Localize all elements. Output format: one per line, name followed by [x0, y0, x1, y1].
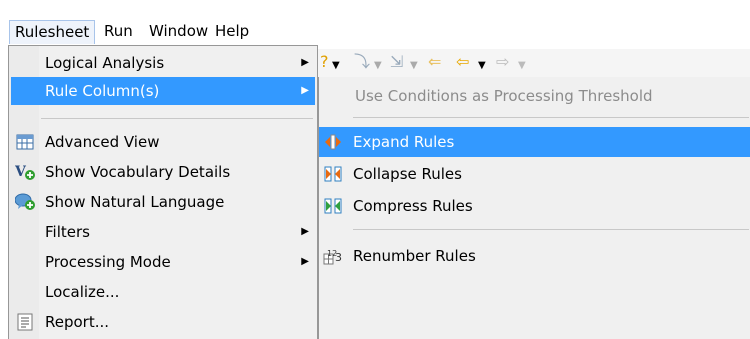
arrow-left-icon[interactable]: ⇦ [456, 53, 469, 71]
table-view-icon [15, 133, 35, 151]
collapse-rules-icon [323, 165, 343, 183]
submenu-arrow-icon: ▶ [301, 256, 309, 267]
menu-item-label: Localize... [45, 283, 120, 301]
menu-bar: Rulesheet Run Window Help [0, 0, 750, 49]
menu-item-label: Show Natural Language [45, 193, 225, 211]
step-icon[interactable]: ⇲ [390, 53, 403, 71]
submenu-item-renumber-rules[interactable]: 12 3 Renumber Rules [319, 241, 750, 271]
menu-item-advanced-view[interactable]: Advanced View [11, 128, 315, 156]
submenu-item-collapse-rules[interactable]: Collapse Rules [319, 159, 750, 189]
arrow-right-icon[interactable]: ⇨ [496, 53, 509, 71]
step-down-icon[interactable]: ⤵ [354, 53, 370, 71]
renumber-rules-icon: 12 3 [323, 247, 343, 265]
submenu-item-label: Use Conditions as Processing Threshold [355, 87, 653, 105]
menu-separator [353, 117, 749, 118]
dropdown-icon[interactable]: ▼ [478, 57, 486, 75]
compress-rules-icon [323, 197, 343, 215]
menu-item-label: Logical Analysis [45, 54, 165, 72]
menu-item-label: Rule Column(s) [45, 82, 160, 100]
dropdown-icon[interactable]: ▼ [518, 57, 526, 75]
menu-item-processing-mode[interactable]: Processing Mode ▶ [11, 248, 315, 276]
menu-run[interactable]: Run [99, 20, 138, 44]
report-icon [15, 313, 35, 331]
submenu-item-label: Renumber Rules [353, 247, 476, 265]
vocabulary-add-icon: V [15, 163, 35, 181]
menu-item-label: Filters [45, 223, 90, 241]
dropdown-icon[interactable]: ▼ [332, 57, 340, 75]
menu-window[interactable]: Window [144, 20, 213, 44]
help-icon[interactable]: ? [320, 53, 329, 71]
toolbar [318, 49, 750, 77]
submenu-arrow-icon: ▶ [301, 57, 309, 68]
submenu-item-use-conditions: Use Conditions as Processing Threshold [319, 81, 750, 111]
back-icon[interactable]: ⇐ [428, 53, 441, 71]
menu-item-show-vocabulary-details[interactable]: V Show Vocabulary Details [11, 158, 315, 186]
menu-item-rule-columns[interactable]: Rule Column(s) ▶ [11, 77, 315, 105]
menu-item-label: Processing Mode [45, 253, 171, 271]
menu-rulesheet[interactable]: Rulesheet [9, 20, 96, 44]
dropdown-icon[interactable]: ▼ [410, 57, 418, 75]
submenu-item-expand-rules[interactable]: Expand Rules [319, 127, 750, 157]
menu-item-localize[interactable]: Localize... [11, 278, 315, 306]
menu-item-label: Advanced View [45, 133, 160, 151]
menu-item-logical-analysis[interactable]: Logical Analysis ▶ [11, 49, 315, 77]
submenu-arrow-icon: ▶ [301, 226, 309, 237]
menu-separator [41, 118, 313, 119]
svg-text:V: V [15, 164, 27, 180]
menu-item-show-natural-language[interactable]: Show Natural Language [11, 188, 315, 216]
submenu-item-compress-rules[interactable]: Compress Rules [319, 191, 750, 221]
menu-item-filters[interactable]: Filters ▶ [11, 218, 315, 246]
dropdown-icon[interactable]: ▼ [374, 57, 382, 75]
menu-item-label: Show Vocabulary Details [45, 163, 231, 181]
svg-text:3: 3 [335, 251, 342, 264]
rule-columns-submenu: Use Conditions as Processing Threshold E… [318, 77, 750, 339]
menu-separator [353, 229, 749, 230]
submenu-item-label: Collapse Rules [353, 165, 462, 183]
menu-help[interactable]: Help [210, 20, 254, 44]
speech-bubble-add-icon [15, 193, 35, 211]
menu-item-report[interactable]: Report... [11, 308, 315, 336]
submenu-arrow-icon: ▶ [301, 85, 309, 96]
submenu-item-label: Expand Rules [353, 133, 455, 151]
expand-rules-icon [323, 133, 343, 151]
menu-item-label: Report... [45, 313, 110, 331]
rulesheet-menu: Logical Analysis ▶ Rule Column(s) ▶ Adva… [8, 45, 318, 339]
submenu-item-label: Compress Rules [353, 197, 473, 215]
